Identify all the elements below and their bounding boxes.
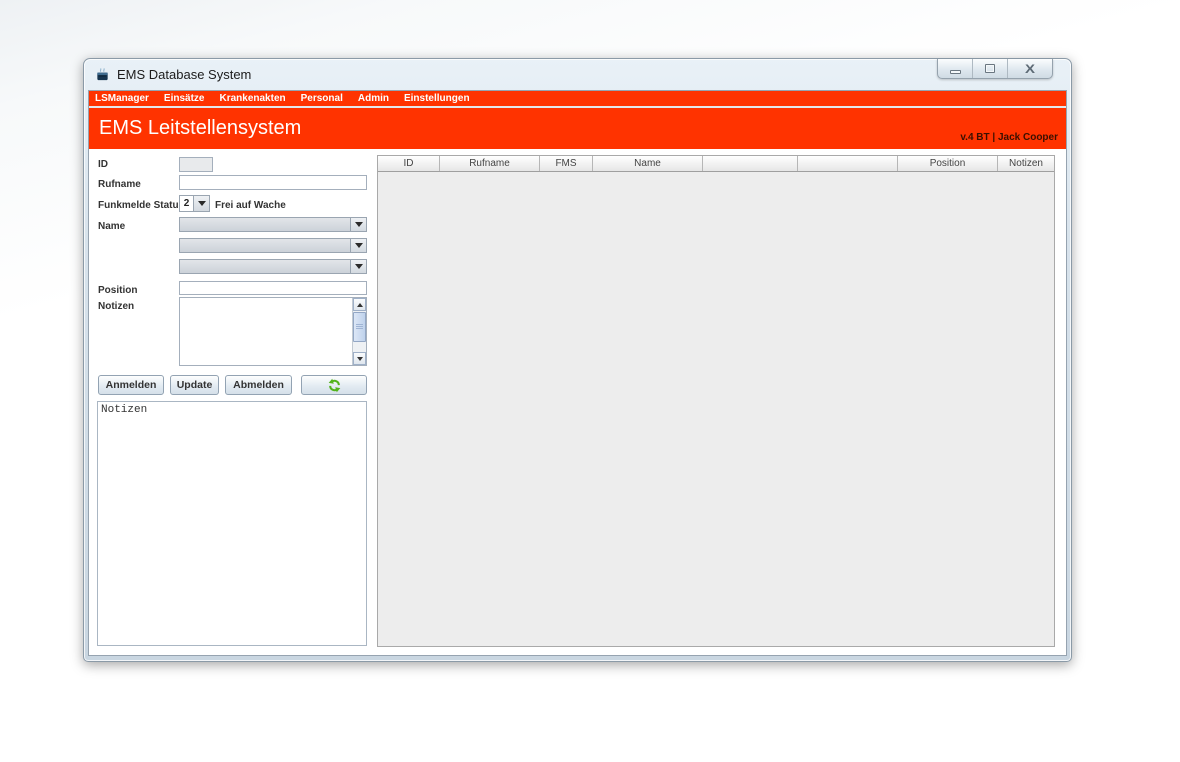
table-header-row: ID Rufname FMS Name Position Notizen (378, 156, 1054, 172)
version-user-label: v.4 BT | Jack Cooper (960, 132, 1058, 143)
notizen-scrollbar[interactable] (352, 298, 366, 365)
id-label: ID (98, 159, 108, 170)
client-area: LSManager Einsätze Krankenakten Personal… (88, 90, 1067, 656)
name-combobox-3-value (180, 260, 350, 273)
chevron-down-icon (355, 243, 363, 248)
rufname-label: Rufname (98, 179, 141, 190)
column-header-name[interactable]: Name (593, 156, 703, 171)
scroll-down-icon (357, 357, 363, 361)
main-content: ID Rufname Funkmelde Status Name Positio… (89, 149, 1066, 655)
refresh-icon (327, 378, 342, 393)
menu-lsmanager[interactable]: LSManager (95, 91, 149, 106)
refresh-button[interactable] (301, 375, 367, 395)
fms-dropdown-button[interactable] (193, 196, 209, 211)
scrollbar-up-button[interactable] (353, 298, 366, 311)
personnel-table: ID Rufname FMS Name Position Notizen (377, 155, 1055, 647)
name-combobox-2[interactable] (179, 238, 367, 253)
name-combobox-1-value (180, 218, 350, 231)
chevron-down-icon (198, 201, 206, 206)
minimize-button[interactable] (938, 59, 973, 78)
menu-admin[interactable]: Admin (358, 91, 389, 106)
position-input[interactable] (179, 281, 367, 295)
maximize-button[interactable] (973, 59, 1008, 78)
position-label: Position (98, 285, 137, 296)
java-app-icon (95, 67, 110, 82)
scrollbar-thumb-grip (356, 326, 363, 327)
rufname-input[interactable] (179, 175, 367, 190)
maximize-icon (985, 64, 995, 73)
menu-einstellungen[interactable]: Einstellungen (404, 91, 470, 106)
name-combobox-3-dropdown-button[interactable] (350, 260, 366, 273)
scrollbar-down-button[interactable] (353, 352, 366, 365)
fms-selected-value: 2 (180, 196, 193, 211)
window-controls: X (937, 59, 1053, 79)
header-banner: EMS Leitstellensystem v.4 BT | Jack Coop… (89, 108, 1066, 149)
fms-combobox[interactable]: 2 (179, 195, 210, 212)
column-header-blank-1[interactable] (703, 156, 798, 171)
notes-textarea[interactable]: Notizen (97, 401, 367, 646)
menu-bar: LSManager Einsätze Krankenakten Personal… (89, 91, 1066, 106)
window-title: EMS Database System (117, 67, 251, 82)
fms-label: Funkmelde Status (98, 200, 184, 211)
name-combobox-2-value (180, 239, 350, 252)
chevron-down-icon (355, 222, 363, 227)
menu-krankenakten[interactable]: Krankenakten (219, 91, 285, 106)
title-bar[interactable]: EMS Database System X (84, 59, 1071, 90)
scrollbar-thumb[interactable] (353, 312, 366, 342)
column-header-notizen[interactable]: Notizen (998, 156, 1054, 171)
name-combobox-2-dropdown-button[interactable] (350, 239, 366, 252)
name-combobox-1-dropdown-button[interactable] (350, 218, 366, 231)
id-field[interactable] (179, 157, 213, 172)
close-icon: X (1025, 63, 1035, 75)
update-button[interactable]: Update (170, 375, 219, 395)
name-combobox-3[interactable] (179, 259, 367, 274)
column-header-position[interactable]: Position (898, 156, 998, 171)
column-header-id[interactable]: ID (378, 156, 440, 171)
app-window: EMS Database System X LSManager Einsätze… (83, 58, 1072, 662)
table-body (378, 173, 1054, 646)
column-header-blank-2[interactable] (798, 156, 898, 171)
scrollbar-track[interactable] (353, 311, 366, 352)
notizen-textarea[interactable] (179, 297, 367, 366)
chevron-down-icon (355, 264, 363, 269)
notizen-label: Notizen (98, 301, 134, 312)
minimize-icon (950, 70, 961, 74)
close-button[interactable]: X (1008, 59, 1052, 78)
name-combobox-1[interactable] (179, 217, 367, 232)
menu-einsaetze[interactable]: Einsätze (164, 91, 205, 106)
name-label: Name (98, 221, 125, 232)
fms-status-text: Frei auf Wache (215, 200, 286, 211)
abmelden-button[interactable]: Abmelden (225, 375, 292, 395)
scroll-up-icon (357, 303, 363, 307)
page-title: EMS Leitstellensystem (99, 117, 301, 140)
anmelden-button[interactable]: Anmelden (98, 375, 164, 395)
column-header-fms[interactable]: FMS (540, 156, 593, 171)
menu-personal[interactable]: Personal (301, 91, 343, 106)
column-header-rufname[interactable]: Rufname (440, 156, 540, 171)
